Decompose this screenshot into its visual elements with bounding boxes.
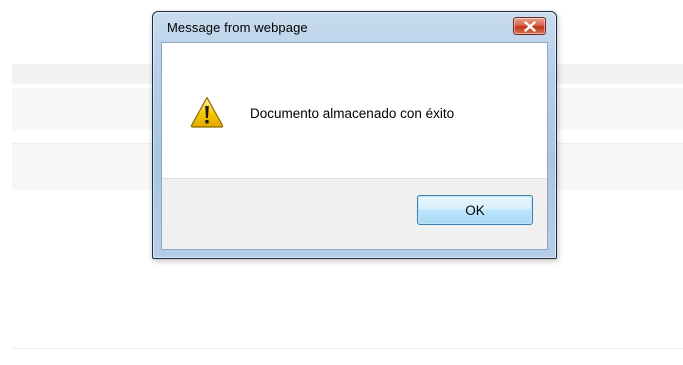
- dialog-message: Documento almacenado con éxito: [250, 106, 455, 121]
- webpage-background: Message from webpage Documento almacenad…: [0, 0, 683, 365]
- close-button[interactable]: [513, 17, 546, 35]
- close-icon: [524, 21, 536, 32]
- dialog-button-bar: OK: [162, 178, 547, 249]
- message-dialog: Message from webpage Documento almacenad…: [152, 11, 557, 259]
- dialog-title: Message from webpage: [167, 20, 308, 35]
- warning-icon: [190, 96, 224, 128]
- message-area: Documento almacenado con éxito: [162, 43, 547, 178]
- background-divider: [12, 348, 683, 349]
- ok-button[interactable]: OK: [417, 195, 533, 225]
- dialog-title-bar[interactable]: Message from webpage: [153, 12, 556, 42]
- dialog-content: Documento almacenado con éxito OK: [161, 42, 548, 250]
